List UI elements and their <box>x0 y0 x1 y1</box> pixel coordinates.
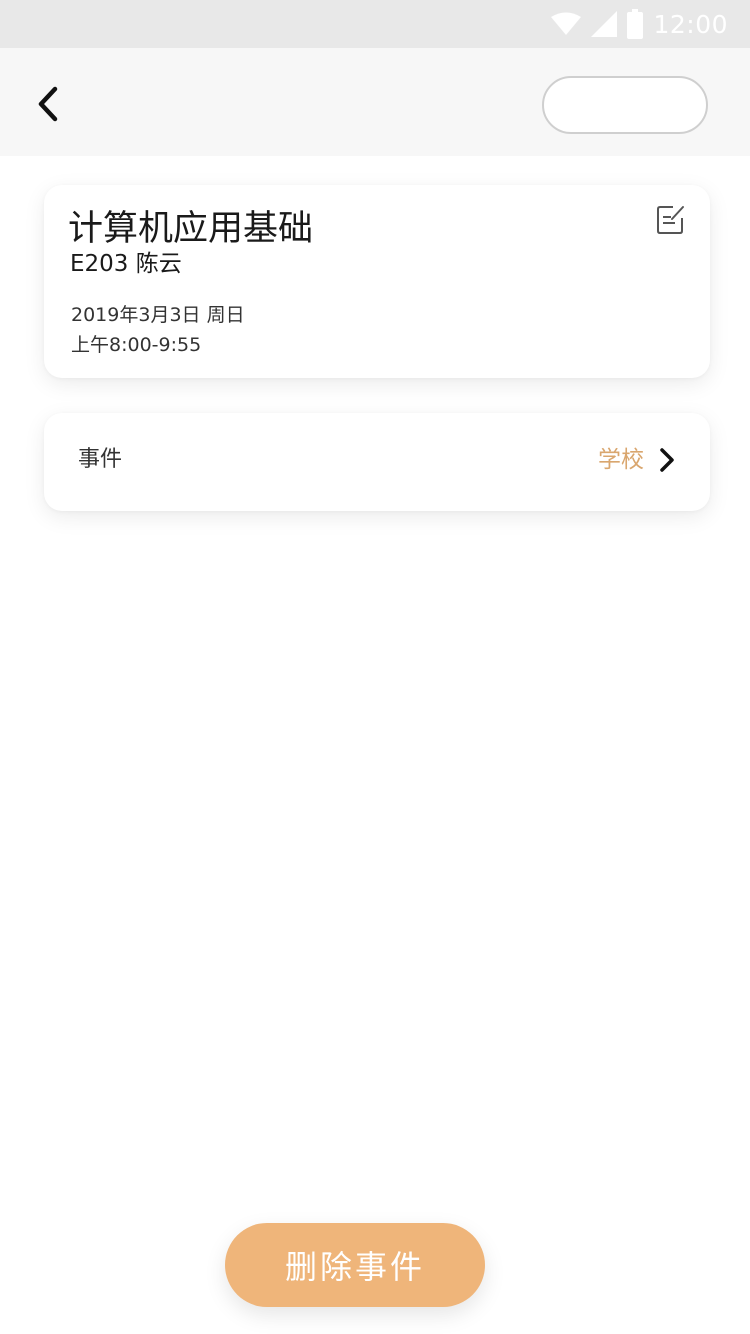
chevron-left-icon <box>36 86 60 126</box>
chevron-right-icon <box>658 446 676 474</box>
battery-icon <box>627 9 644 39</box>
cellular-signal-icon <box>591 11 618 37</box>
course-time: 上午8:00-9:55 <box>71 334 202 356</box>
back-button[interactable] <box>28 86 68 126</box>
status-time: 12:00 <box>653 9 728 39</box>
course-title: 计算机应用基础 <box>68 209 314 249</box>
course-date: 2019年3月3日 周日 <box>71 304 245 326</box>
event-category-row[interactable]: 事件 学校 <box>44 413 710 511</box>
event-label: 事件 <box>78 447 123 472</box>
event-category-value: 学校 <box>598 447 644 473</box>
nav-action-pill[interactable] <box>542 76 708 134</box>
course-info-card: 计算机应用基础 E203 陈云 2019年3月3日 周日 上午8:00-9:55 <box>44 185 710 378</box>
edit-note-icon <box>655 204 687 240</box>
event-detail-screen: 12:00 计算机应用基础 E203 陈云 2019年3月3日 周日 上午8:0… <box>0 0 750 1334</box>
course-room-teacher: E203 陈云 <box>70 251 182 277</box>
status-bar: 12:00 <box>0 0 750 48</box>
nav-bar <box>0 48 750 156</box>
edit-button[interactable] <box>652 203 690 241</box>
delete-event-button[interactable]: 删除事件 <box>225 1223 485 1307</box>
wifi-icon <box>551 12 582 36</box>
